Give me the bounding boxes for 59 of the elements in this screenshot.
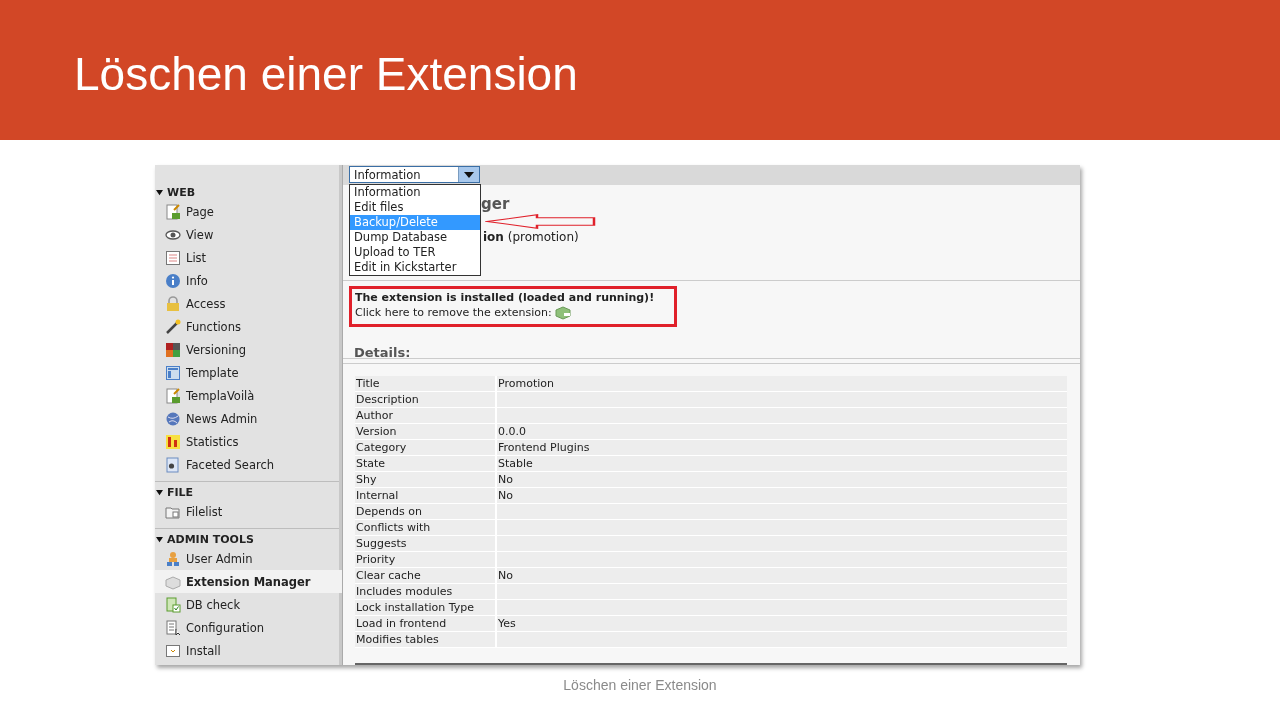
menu-option[interactable]: Dump Database [350, 230, 480, 245]
table-cell: Category [355, 440, 497, 455]
sidebar-item[interactable]: News Admin [155, 407, 339, 430]
sidebar-item[interactable]: Statistics [155, 430, 339, 453]
sidebar-item[interactable]: View [155, 223, 339, 246]
function-select[interactable]: Information [349, 166, 480, 183]
table-cell: No [497, 488, 1067, 503]
table-cell: Shy [355, 472, 497, 487]
slide-footer: Löschen einer Extension [0, 677, 1280, 693]
sidebar-item[interactable]: Functions [155, 315, 339, 338]
table-cell: Clear cache [355, 568, 497, 583]
table-cell: Suggests [355, 536, 497, 551]
remove-instruction: Click here to remove the extension: [355, 305, 552, 319]
table-cell: Modifies tables [355, 632, 497, 647]
sidebar-item[interactable]: Install [155, 639, 339, 662]
table-cell: No [497, 472, 1067, 487]
menu-option[interactable]: Edit files [350, 200, 480, 215]
table-cell: State [355, 456, 497, 471]
table-cell: Includes modules [355, 584, 497, 599]
table-cell: Promotion [497, 376, 1067, 391]
table-cell: 0.0.0 [497, 424, 1067, 439]
table-cell: Description [355, 392, 497, 407]
table-cell: Yes [497, 616, 1067, 631]
table-cell: Stable [497, 456, 1067, 471]
sidebar-item[interactable]: User Admin [155, 547, 339, 570]
sidebar-item[interactable]: Faceted Search [155, 453, 339, 476]
slide-title: Löschen einer Extension [74, 47, 578, 101]
table-cell: Version [355, 424, 497, 439]
menu-option[interactable]: Information [350, 185, 480, 200]
table-cell: Conflicts with [355, 520, 497, 535]
sidebar-item[interactable]: Info [155, 269, 339, 292]
page-heading: ger [481, 195, 510, 213]
group-header[interactable]: FILE [155, 484, 339, 500]
group-header[interactable]: ADMIN TOOLS [155, 531, 339, 547]
sidebar-item[interactable]: List [155, 246, 339, 269]
table-cell: Priority [355, 552, 497, 567]
menu-option[interactable]: Upload to TER [350, 245, 480, 260]
sidebar-item[interactable]: DB check [155, 593, 339, 616]
sidebar-item[interactable]: Template [155, 361, 339, 384]
sidebar-item[interactable]: Filelist [155, 500, 339, 523]
group-header[interactable]: WEB [155, 184, 339, 200]
sidebar-item[interactable]: Page [155, 200, 339, 223]
sidebar-item[interactable]: Access [155, 292, 339, 315]
table-cell: Depends on [355, 504, 497, 519]
sidebar-item[interactable]: Extension Manager [155, 570, 342, 593]
table-cell: No [497, 568, 1067, 583]
table-cell: Internal [355, 488, 497, 503]
extension-subtitle: ion (promotion) [483, 230, 579, 244]
table-cell: Load in frontend [355, 616, 497, 631]
sidebar-item[interactable]: Versioning [155, 338, 339, 361]
sidebar-item[interactable]: Configuration [155, 616, 339, 639]
sidebar-item[interactable]: TemplaVoilà [155, 384, 339, 407]
table-cell: Author [355, 408, 497, 423]
section-heading: Details: [343, 345, 1080, 364]
table-cell: Lock installation Type [355, 600, 497, 615]
table-cell: Title [355, 376, 497, 391]
status-message: The extension is installed (loaded and running)! [355, 291, 656, 304]
table-cell: Frontend Plugins [497, 440, 1067, 455]
menu-option[interactable]: Edit in Kickstarter [350, 260, 480, 275]
